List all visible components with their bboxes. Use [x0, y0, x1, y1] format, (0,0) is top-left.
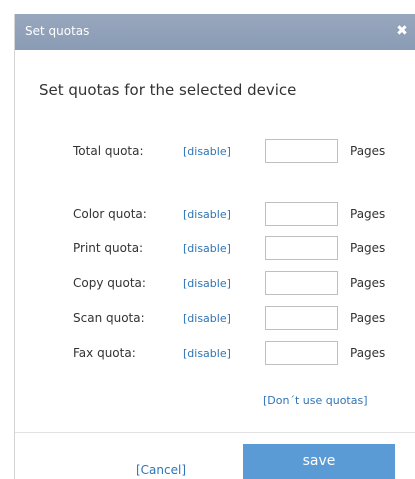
quota-label: Copy quota: — [73, 276, 146, 290]
dialog-title: Set quotas — [25, 24, 90, 38]
quota-row-scan: Scan quota: [disable] Pages — [15, 306, 415, 332]
cancel-button[interactable]: [Cancel] — [136, 463, 186, 477]
close-icon[interactable]: ✖ — [395, 23, 409, 39]
quota-label: Scan quota: — [73, 311, 145, 325]
dialog-titlebar: Set quotas ✖ — [15, 14, 415, 50]
dont-use-quotas-link[interactable]: [Don´t use quotas] — [263, 394, 368, 407]
copy-quota-input[interactable] — [265, 271, 338, 295]
disable-link[interactable]: [disable] — [183, 312, 231, 325]
disable-link[interactable]: [disable] — [183, 347, 231, 360]
quota-label: Total quota: — [73, 144, 144, 158]
quota-label: Print quota: — [73, 241, 144, 255]
quota-row-fax: Fax quota: [disable] Pages — [15, 341, 415, 367]
dialog-heading: Set quotas for the selected device — [39, 81, 297, 99]
disable-link[interactable]: [disable] — [183, 242, 231, 255]
scan-quota-input[interactable] — [265, 306, 338, 330]
quota-unit: Pages — [350, 311, 386, 325]
quota-unit: Pages — [350, 207, 386, 221]
disable-link[interactable]: [disable] — [183, 277, 231, 290]
fax-quota-input[interactable] — [265, 341, 338, 365]
quota-row-color: Color quota: [disable] Pages — [15, 202, 415, 228]
quota-row-total: Total quota: [disable] Pages — [15, 139, 415, 165]
save-button[interactable]: save — [243, 444, 395, 479]
quota-label: Color quota: — [73, 207, 147, 221]
quota-row-print: Print quota: [disable] Pages — [15, 236, 415, 262]
quota-row-copy: Copy quota: [disable] Pages — [15, 271, 415, 297]
footer-divider — [15, 432, 415, 433]
quota-unit: Pages — [350, 346, 386, 360]
quota-unit: Pages — [350, 276, 386, 290]
disable-link[interactable]: [disable] — [183, 208, 231, 221]
quota-unit: Pages — [350, 144, 386, 158]
color-quota-input[interactable] — [265, 202, 338, 226]
quota-unit: Pages — [350, 241, 386, 255]
set-quotas-dialog: Set quotas ✖ Set quotas for the selected… — [14, 14, 415, 479]
total-quota-input[interactable] — [265, 139, 338, 163]
quota-label: Fax quota: — [73, 346, 136, 360]
disable-link[interactable]: [disable] — [183, 145, 231, 158]
print-quota-input[interactable] — [265, 236, 338, 260]
